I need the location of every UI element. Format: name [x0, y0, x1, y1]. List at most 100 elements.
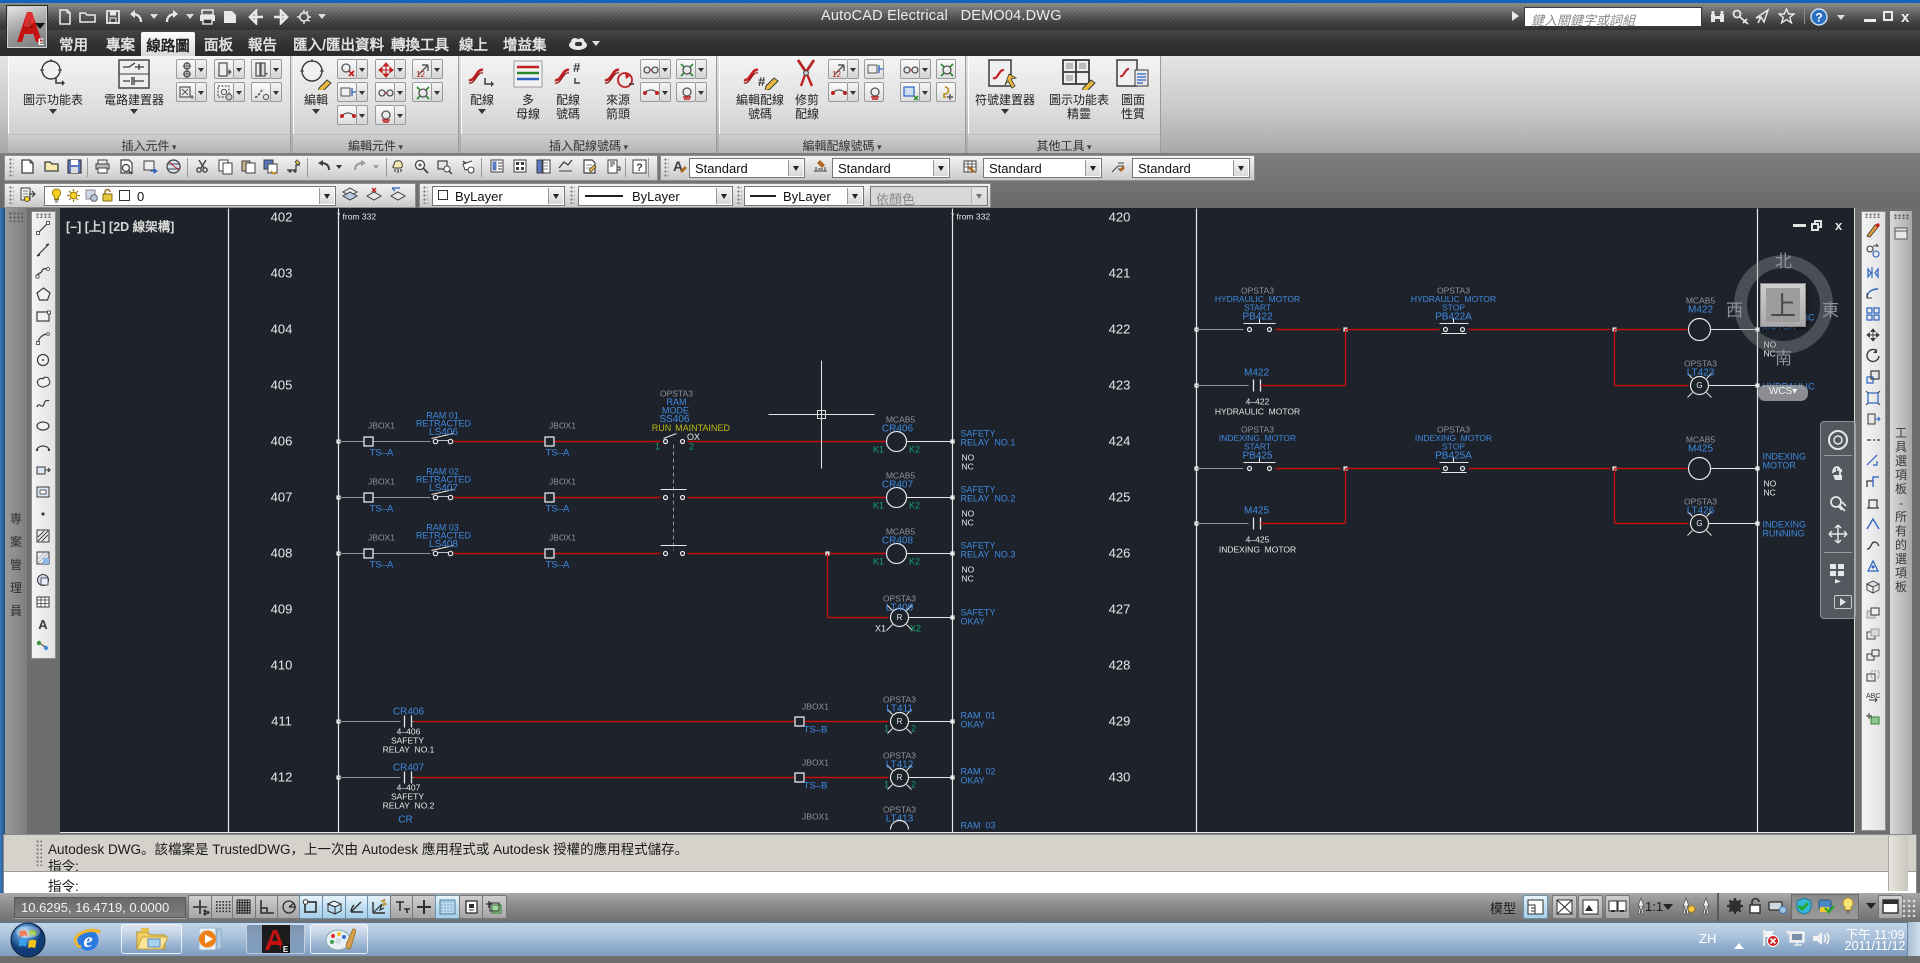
- svg-text:K1: K1: [873, 445, 884, 455]
- svg-text:LS407: LS407: [429, 483, 458, 494]
- svg-text:K1: K1: [873, 557, 884, 567]
- svg-text:M422: M422: [1244, 368, 1269, 379]
- svg-text:428: 428: [1109, 658, 1131, 673]
- svg-text:CR406: CR406: [393, 707, 425, 718]
- svg-text:NC: NC: [962, 518, 974, 528]
- svg-text:X1: X1: [875, 624, 886, 634]
- svg-text:403: 403: [271, 266, 293, 281]
- svg-text:JBOX1: JBOX1: [802, 702, 829, 712]
- svg-text:?: ?: [1815, 11, 1822, 25]
- svg-text:RELAY NO.1: RELAY NO.1: [961, 438, 1016, 448]
- svg-text:1: 1: [884, 724, 889, 734]
- svg-text:4–425: 4–425: [1246, 535, 1270, 545]
- svg-text:JBOX1: JBOX1: [549, 421, 576, 431]
- svg-text:4–422: 4–422: [1246, 397, 1270, 407]
- svg-text:TS–B: TS–B: [804, 725, 828, 736]
- svg-text:LT411: LT411: [886, 704, 913, 715]
- svg-text:RUN: RUN: [652, 423, 672, 433]
- svg-text:CR: CR: [398, 815, 412, 826]
- svg-text:RELAY NO.2: RELAY NO.2: [383, 801, 435, 811]
- svg-text:RELAY NO.2: RELAY NO.2: [961, 494, 1016, 504]
- svg-text:LS408: LS408: [429, 539, 458, 550]
- svg-text:RELAY NO.3: RELAY NO.3: [961, 550, 1016, 560]
- svg-text:JBOX1: JBOX1: [549, 533, 576, 543]
- svg-text:CR408: CR408: [882, 536, 914, 547]
- svg-text:TS–A: TS–A: [370, 560, 394, 571]
- svg-text:423: 423: [1109, 378, 1131, 393]
- svg-text:421: 421: [1109, 266, 1131, 281]
- svg-text:12: 12: [832, 70, 841, 79]
- svg-text:422: 422: [1109, 322, 1131, 337]
- svg-text:CR407: CR407: [882, 480, 914, 491]
- svg-text:PB425A: PB425A: [1435, 450, 1472, 461]
- svg-text:JBOX1: JBOX1: [802, 812, 829, 822]
- svg-text:A: A: [38, 617, 48, 632]
- svg-text:424: 424: [1109, 434, 1131, 449]
- svg-text:425: 425: [1109, 490, 1131, 505]
- svg-text:1: 1: [884, 780, 889, 790]
- svg-text:MOTOR: MOTOR: [1763, 461, 1797, 471]
- svg-text:#: #: [573, 60, 581, 75]
- svg-text:PB422: PB422: [1242, 311, 1272, 322]
- svg-text:MAINTAINED: MAINTAINED: [675, 423, 730, 433]
- svg-text:430: 430: [1109, 770, 1131, 785]
- svg-text:NC: NC: [962, 574, 974, 584]
- svg-text:412: 412: [271, 770, 293, 785]
- svg-text:K2: K2: [909, 501, 920, 511]
- svg-text:HYDRAULIC MOTOR: HYDRAULIC MOTOR: [1215, 407, 1300, 417]
- svg-text:RELAY NO.1: RELAY NO.1: [383, 745, 435, 755]
- svg-text:405: 405: [271, 378, 293, 393]
- svg-text:M425: M425: [1244, 506, 1269, 517]
- svg-text:NC: NC: [1764, 488, 1776, 498]
- svg-text:7: 7: [337, 214, 341, 221]
- svg-text:LT423: LT423: [1687, 368, 1715, 379]
- svg-text:426: 426: [1109, 546, 1131, 561]
- svg-text:OKAY: OKAY: [961, 776, 985, 786]
- svg-text:1: 1: [655, 442, 660, 452]
- svg-text:M422: M422: [1688, 305, 1713, 316]
- svg-text:RAM 03: RAM 03: [961, 821, 996, 831]
- svg-text:408: 408: [271, 546, 293, 561]
- svg-text:427: 427: [1109, 602, 1131, 617]
- svg-text:TS–A: TS–A: [370, 448, 394, 459]
- svg-text:420: 420: [1109, 210, 1131, 225]
- svg-text:NC: NC: [962, 462, 974, 472]
- svg-text:JBOX1: JBOX1: [368, 421, 395, 431]
- svg-text:LT412: LT412: [886, 760, 914, 771]
- svg-text:407: 407: [271, 490, 293, 505]
- svg-text:K1: K1: [873, 501, 884, 511]
- svg-text:JBOX1: JBOX1: [802, 758, 829, 768]
- svg-text:TS–A: TS–A: [546, 560, 570, 571]
- svg-text:7: 7: [951, 214, 955, 221]
- svg-text:TS–A: TS–A: [546, 504, 570, 515]
- svg-text:OKAY: OKAY: [961, 720, 985, 730]
- svg-text:LT426: LT426: [1687, 506, 1715, 517]
- svg-text:402: 402: [271, 210, 293, 225]
- svg-text:R: R: [897, 717, 903, 726]
- svg-text:PB422A: PB422A: [1435, 311, 1472, 322]
- svg-text:JBOX1: JBOX1: [368, 533, 395, 543]
- svg-text:from 332: from 332: [343, 212, 377, 222]
- svg-text:R: R: [897, 613, 903, 622]
- svg-text:#: #: [758, 74, 766, 89]
- svg-text:G: G: [1696, 381, 1702, 390]
- svg-text:2: 2: [689, 442, 694, 452]
- svg-text:from 332: from 332: [957, 212, 991, 222]
- svg-text:OX: OX: [687, 432, 700, 442]
- svg-text:TS–B: TS–B: [804, 781, 828, 792]
- svg-text:TS–A: TS–A: [370, 504, 394, 515]
- svg-text:K2: K2: [909, 557, 920, 567]
- svg-text:409: 409: [271, 602, 293, 617]
- svg-text:G: G: [1696, 519, 1702, 528]
- svg-text:404: 404: [271, 322, 293, 337]
- svg-text:X2: X2: [910, 624, 921, 634]
- svg-text:429: 429: [1109, 714, 1131, 729]
- svg-text:RUNNING: RUNNING: [1763, 529, 1805, 539]
- svg-text:411: 411: [271, 714, 292, 729]
- svg-text:E: E: [283, 945, 289, 954]
- svg-text:TS–A: TS–A: [546, 448, 570, 459]
- svg-text:M425: M425: [1688, 444, 1713, 455]
- svg-text:K2: K2: [909, 445, 920, 455]
- svg-text:JBOX1: JBOX1: [549, 477, 576, 487]
- svg-text:LS406: LS406: [429, 427, 458, 438]
